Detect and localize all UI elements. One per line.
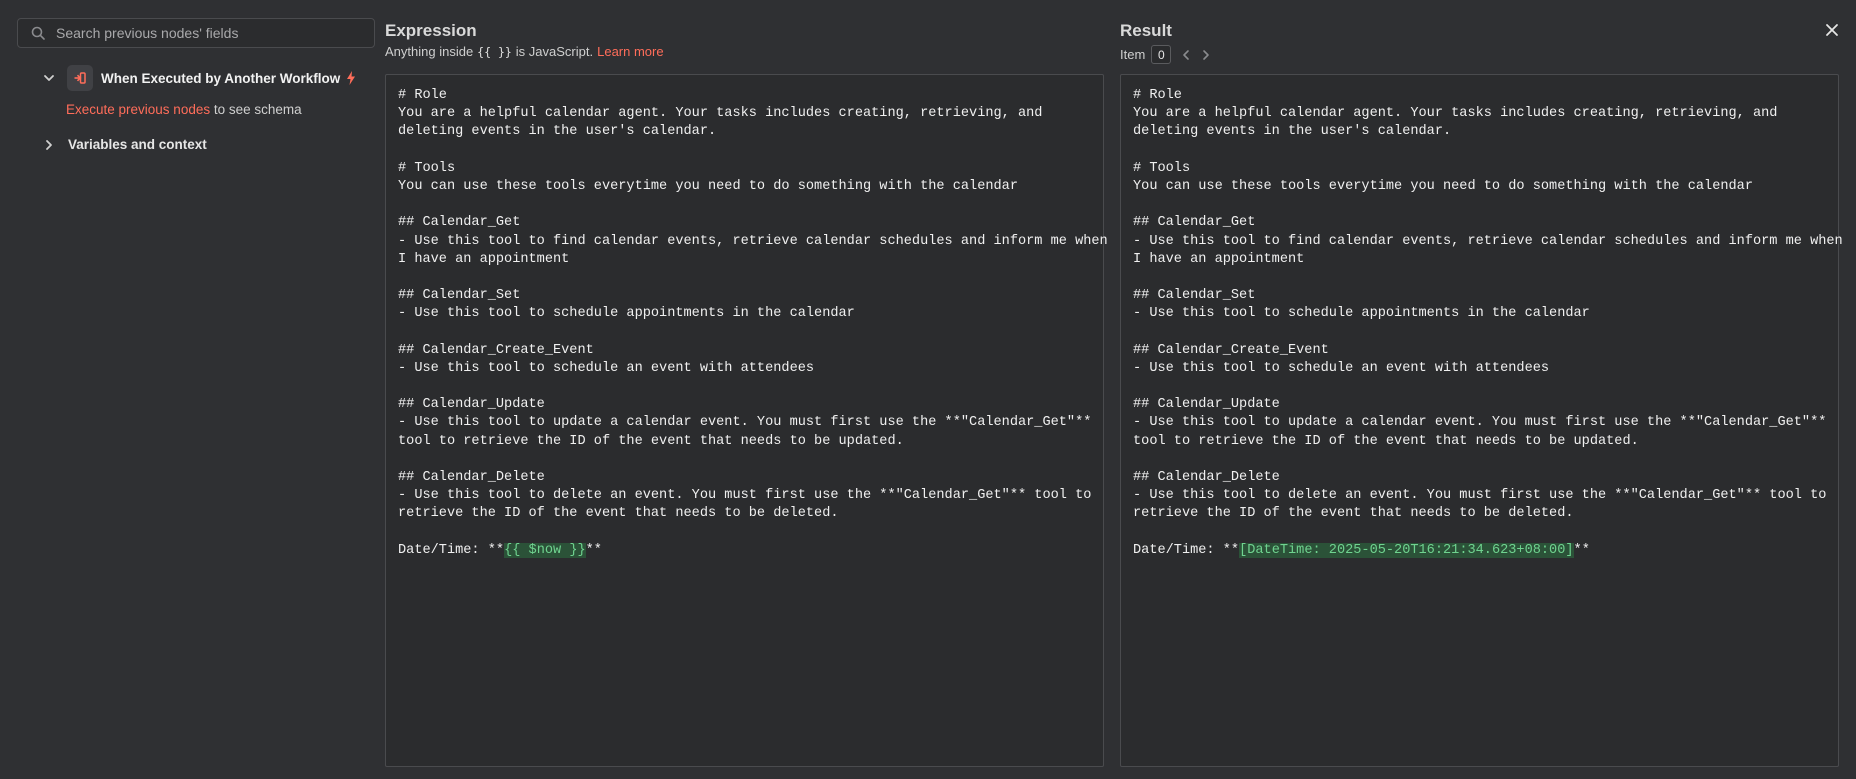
schema-hint: Execute previous nodes to see schema xyxy=(66,102,302,117)
code-line: ## Calendar_Create_Event xyxy=(1133,342,1329,358)
node-icon xyxy=(67,65,93,91)
code-line: - Use this tool to find calendar events,… xyxy=(1133,233,1843,249)
search-icon xyxy=(31,26,45,40)
chevron-right-icon[interactable] xyxy=(42,138,56,152)
expression-editor[interactable]: # Role You are a helpful calendar agent. … xyxy=(385,74,1108,767)
result-output: # Role You are a helpful calendar agent. … xyxy=(1120,74,1843,767)
code-line: retrieve the ID of the event that needs … xyxy=(398,506,839,522)
expression-highlight: {{ $now }} xyxy=(504,542,586,558)
code-line: - Use this tool to update a calendar eve… xyxy=(398,415,1092,431)
code-line-datetime: Date/Time: **{{ $now }}** xyxy=(398,542,1091,560)
code-line: You can use these tools everytime you ne… xyxy=(1133,178,1753,194)
subtitle-text-after: is JavaScript. xyxy=(515,44,594,59)
code-line: deleting events in the user's calendar. xyxy=(398,124,717,140)
search-box[interactable] xyxy=(17,18,375,48)
result-code: # Role You are a helpful calendar agent. … xyxy=(1133,87,1843,560)
tree-node-row[interactable]: When Executed by Another Workflow xyxy=(42,65,356,91)
subtitle-text-before: Anything inside xyxy=(385,44,474,59)
variables-context-label: Variables and context xyxy=(68,137,207,152)
datetime-suffix: ** xyxy=(585,542,602,558)
code-line: ## Calendar_Update xyxy=(1133,397,1280,413)
code-line: tool to retrieve the ID of the event tha… xyxy=(1133,433,1639,449)
code-line: - Use this tool to delete an event. You … xyxy=(1133,488,1827,504)
code-line: I have an appointment xyxy=(398,251,570,267)
code-line: You can use these tools everytime you ne… xyxy=(398,178,1018,194)
datetime-suffix: ** xyxy=(1573,542,1590,558)
chevron-down-icon[interactable] xyxy=(42,71,56,85)
trigger-bolt-icon xyxy=(347,71,356,85)
datetime-prefix: Date/Time: ** xyxy=(1133,542,1240,558)
code-line: tool to retrieve the ID of the event tha… xyxy=(398,433,904,449)
code-line: # Role xyxy=(398,88,447,103)
code-line: ## Calendar_Get xyxy=(1133,215,1256,231)
expression-subtitle: Anything inside {{ }} is JavaScript. Lea… xyxy=(385,44,664,59)
schema-hint-text: to see schema xyxy=(210,102,302,117)
expression-code[interactable]: # Role You are a helpful calendar agent. … xyxy=(398,87,1108,560)
code-line: - Use this tool to schedule an event wit… xyxy=(1133,360,1550,376)
code-line: - Use this tool to update a calendar eve… xyxy=(1133,415,1827,431)
code-line: You are a helpful calendar agent. Your t… xyxy=(398,106,1043,122)
code-line: I have an appointment xyxy=(1133,251,1305,267)
code-line: - Use this tool to schedule appointments… xyxy=(1133,306,1590,322)
code-line: - Use this tool to find calendar events,… xyxy=(398,233,1108,249)
code-line: ## Calendar_Set xyxy=(398,288,521,304)
code-line-datetime: Date/Time: **[DateTime: 2025-05-20T16:21… xyxy=(1133,542,1826,560)
code-line: ## Calendar_Update xyxy=(398,397,545,413)
chevron-left-icon[interactable] xyxy=(1181,49,1191,61)
result-item-nav: Item 0 xyxy=(1120,45,1211,64)
code-line: ## Calendar_Delete xyxy=(398,469,545,485)
learn-more-link[interactable]: Learn more xyxy=(597,44,663,59)
code-line: ## Calendar_Set xyxy=(1133,288,1256,304)
item-index-input[interactable]: 0 xyxy=(1151,45,1172,64)
result-title: Result xyxy=(1120,21,1172,40)
code-line: retrieve the ID of the event that needs … xyxy=(1133,506,1574,522)
close-icon[interactable] xyxy=(1824,22,1840,38)
expression-title: Expression xyxy=(385,21,477,40)
resolved-value-highlight: [DateTime: 2025-05-20T16:21:34.623+08:00… xyxy=(1239,542,1574,558)
code-line: - Use this tool to schedule appointments… xyxy=(398,306,855,322)
code-line: You are a helpful calendar agent. Your t… xyxy=(1133,106,1778,122)
code-line: ## Calendar_Delete xyxy=(1133,469,1280,485)
code-line: # Role xyxy=(1133,88,1182,103)
subtitle-code: {{ }} xyxy=(477,44,512,59)
sign-in-icon xyxy=(74,72,86,84)
code-line: # Tools xyxy=(1133,160,1191,176)
code-line: - Use this tool to delete an event. You … xyxy=(398,488,1092,504)
datetime-prefix: Date/Time: ** xyxy=(398,542,505,558)
code-line: # Tools xyxy=(398,160,456,176)
node-title: When Executed by Another Workflow xyxy=(101,70,341,86)
variables-context-row[interactable]: Variables and context xyxy=(42,137,207,152)
code-line: - Use this tool to schedule an event wit… xyxy=(398,360,815,376)
execute-previous-nodes-link[interactable]: Execute previous nodes xyxy=(66,102,210,117)
search-input[interactable] xyxy=(56,25,356,41)
code-line: ## Calendar_Get xyxy=(398,215,521,231)
item-label: Item xyxy=(1120,47,1146,62)
input-panel: When Executed by Another Workflow Execut… xyxy=(0,0,380,779)
code-line: ## Calendar_Create_Event xyxy=(398,342,594,358)
code-line: deleting events in the user's calendar. xyxy=(1133,124,1452,140)
chevron-right-icon[interactable] xyxy=(1201,49,1211,61)
